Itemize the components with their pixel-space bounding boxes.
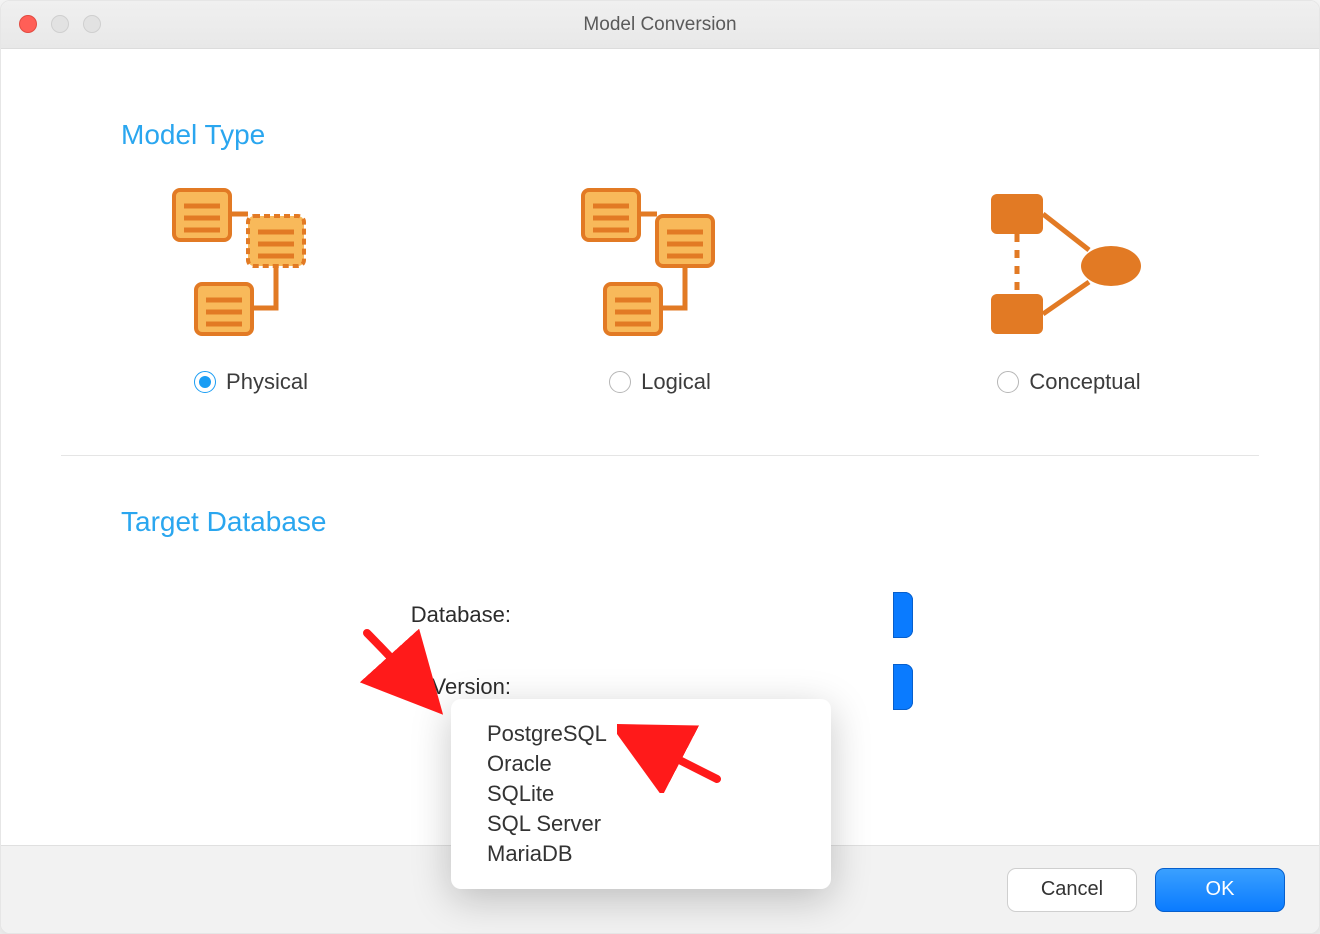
model-option-physical[interactable]: Physical	[151, 181, 351, 395]
radio-logical-label: Logical	[641, 369, 711, 395]
version-label: Version:	[61, 674, 511, 700]
titlebar: Model Conversion	[1, 1, 1319, 49]
close-window-button[interactable]	[19, 15, 37, 33]
window-title: Model Conversion	[583, 14, 736, 36]
target-database-heading: Target Database	[121, 506, 1259, 538]
dropdown-item-postgresql[interactable]: PostgreSQL	[451, 719, 831, 749]
model-type-options: Physical	[61, 181, 1259, 455]
database-select[interactable]	[893, 592, 913, 638]
content-area: Model Type	[1, 49, 1319, 845]
model-type-heading: Model Type	[121, 119, 1259, 151]
radio-conceptual[interactable]	[997, 371, 1019, 393]
zoom-window-button[interactable]	[83, 15, 101, 33]
model-option-conceptual[interactable]: Conceptual	[969, 181, 1169, 395]
version-select[interactable]	[893, 664, 913, 710]
radio-physical-label: Physical	[226, 369, 308, 395]
dialog-window: Model Conversion Model Type	[0, 0, 1320, 934]
radio-conceptual-label: Conceptual	[1029, 369, 1140, 395]
dropdown-item-sqlserver[interactable]: SQL Server	[451, 809, 831, 839]
physical-model-icon	[151, 181, 351, 351]
database-dropdown: PostgreSQL Oracle SQLite SQL Server Mari…	[451, 699, 831, 889]
model-option-logical[interactable]: Logical	[560, 181, 760, 395]
radio-physical[interactable]	[194, 371, 216, 393]
ok-button[interactable]: OK	[1155, 868, 1285, 912]
field-row-database: Database:	[61, 592, 1259, 638]
radio-logical[interactable]	[609, 371, 631, 393]
dropdown-item-sqlite[interactable]: SQLite	[451, 779, 831, 809]
database-label: Database:	[61, 602, 511, 628]
dropdown-item-mariadb[interactable]: MariaDB	[451, 839, 831, 869]
minimize-window-button[interactable]	[51, 15, 69, 33]
logical-model-icon	[560, 181, 760, 351]
section-divider	[61, 455, 1259, 456]
window-controls	[19, 15, 101, 33]
dropdown-item-oracle[interactable]: Oracle	[451, 749, 831, 779]
cancel-button[interactable]: Cancel	[1007, 868, 1137, 912]
conceptual-model-icon	[969, 181, 1169, 351]
